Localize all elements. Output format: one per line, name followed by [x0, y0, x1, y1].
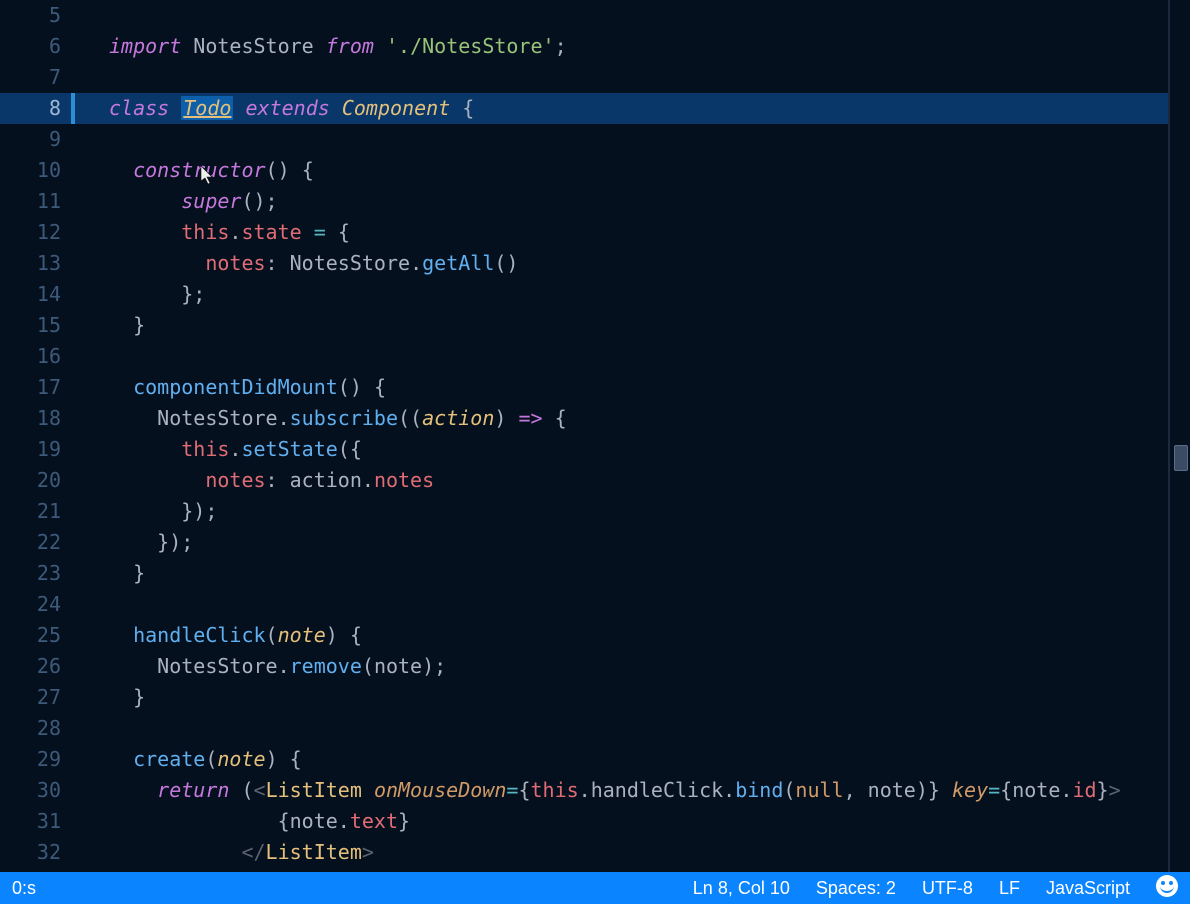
- code-line[interactable]: NotesStore.subscribe((action) => {: [75, 403, 1170, 434]
- line-number-gutter: 5678910111213141516171819202122232425262…: [0, 0, 75, 872]
- code-line[interactable]: {note.text}: [75, 806, 1170, 837]
- status-bar: 0:s Ln 8, Col 10 Spaces: 2 UTF-8 LF Java…: [0, 872, 1190, 904]
- code-line[interactable]: [75, 713, 1170, 744]
- line-number: 19: [0, 434, 75, 465]
- code-line[interactable]: import NotesStore from './NotesStore';: [75, 31, 1170, 62]
- line-number: 32: [0, 837, 75, 868]
- line-number: 18: [0, 403, 75, 434]
- line-number: 7: [0, 62, 75, 93]
- code-editor[interactable]: 5678910111213141516171819202122232425262…: [0, 0, 1190, 872]
- ruler-line: [1168, 0, 1170, 872]
- code-line[interactable]: NotesStore.remove(note);: [75, 651, 1170, 682]
- line-number: 11: [0, 186, 75, 217]
- status-eol[interactable]: LF: [999, 878, 1020, 899]
- line-number: 12: [0, 217, 75, 248]
- code-line[interactable]: </ListItem>: [75, 837, 1170, 868]
- code-line[interactable]: }: [75, 558, 1170, 589]
- code-line[interactable]: [75, 62, 1170, 93]
- code-line[interactable]: notes: action.notes: [75, 465, 1170, 496]
- code-line[interactable]: create(note) {: [75, 744, 1170, 775]
- code-line[interactable]: [75, 589, 1170, 620]
- line-number: 13: [0, 248, 75, 279]
- line-number: 31: [0, 806, 75, 837]
- code-line[interactable]: }: [75, 310, 1170, 341]
- line-number: 26: [0, 651, 75, 682]
- code-line[interactable]: constructor() {: [75, 155, 1170, 186]
- code-line[interactable]: return (<ListItem onMouseDown={this.hand…: [75, 775, 1170, 806]
- line-number: 10: [0, 155, 75, 186]
- code-line[interactable]: [75, 341, 1170, 372]
- line-number: 6: [0, 31, 75, 62]
- line-number: 24: [0, 589, 75, 620]
- code-line[interactable]: componentDidMount() {: [75, 372, 1170, 403]
- line-number: 30: [0, 775, 75, 806]
- status-language[interactable]: JavaScript: [1046, 878, 1130, 899]
- feedback-smiley-icon[interactable]: [1156, 875, 1178, 902]
- code-line[interactable]: handleClick(note) {: [75, 620, 1170, 651]
- line-number: 8: [0, 93, 75, 124]
- status-line-col[interactable]: Ln 8, Col 10: [693, 878, 790, 899]
- line-number: 21: [0, 496, 75, 527]
- line-number: 23: [0, 558, 75, 589]
- line-number: 25: [0, 620, 75, 651]
- code-line[interactable]: };: [75, 279, 1170, 310]
- line-number: 29: [0, 744, 75, 775]
- code-area[interactable]: import NotesStore from './NotesStore'; cl…: [75, 0, 1170, 872]
- code-line[interactable]: super();: [75, 186, 1170, 217]
- line-number: 15: [0, 310, 75, 341]
- line-number: 22: [0, 527, 75, 558]
- line-number: 20: [0, 465, 75, 496]
- code-line[interactable]: });: [75, 527, 1170, 558]
- code-line[interactable]: notes: NotesStore.getAll(): [75, 248, 1170, 279]
- code-line[interactable]: [75, 0, 1170, 31]
- vertical-scrollbar[interactable]: [1172, 0, 1190, 872]
- line-number: 27: [0, 682, 75, 713]
- code-line[interactable]: this.state = {: [75, 217, 1170, 248]
- line-number: 9: [0, 124, 75, 155]
- line-number: 16: [0, 341, 75, 372]
- scrollbar-thumb[interactable]: [1174, 445, 1188, 471]
- status-left-hint[interactable]: 0:s: [12, 878, 36, 899]
- line-number: 14: [0, 279, 75, 310]
- line-number: 5: [0, 0, 75, 31]
- status-spaces[interactable]: Spaces: 2: [816, 878, 896, 899]
- code-line[interactable]: class Todo extends Component {: [75, 93, 1170, 124]
- code-line[interactable]: }: [75, 682, 1170, 713]
- line-number: 17: [0, 372, 75, 403]
- code-line[interactable]: this.setState({: [75, 434, 1170, 465]
- line-number: 28: [0, 713, 75, 744]
- code-line[interactable]: });: [75, 496, 1170, 527]
- status-encoding[interactable]: UTF-8: [922, 878, 973, 899]
- code-line[interactable]: [75, 124, 1170, 155]
